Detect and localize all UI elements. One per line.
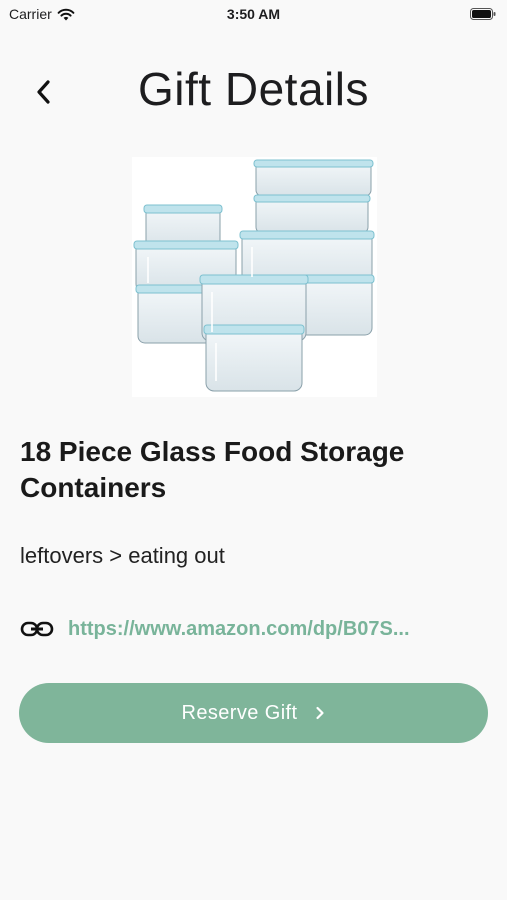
chevron-right-icon [316, 706, 325, 720]
product-link-row[interactable]: https://www.amazon.com/dp/B07S... [20, 614, 490, 644]
link-icon [20, 621, 54, 637]
product-image [132, 157, 377, 397]
glass-food-containers-image [133, 159, 375, 392]
status-bar: Carrier 3:50 AM [0, 0, 507, 28]
product-note: leftovers > eating out [20, 543, 225, 568]
reserve-gift-label: Reserve Gift [181, 701, 298, 724]
product-link[interactable]: https://www.amazon.com/dp/B07S... [68, 618, 410, 641]
page-title: Gift Details [138, 63, 369, 115]
product-name: 18 Piece Glass Food Storage Containers [20, 436, 405, 503]
status-time: 3:50 AM [226, 6, 281, 22]
reserve-gift-button[interactable]: Reserve Gift [19, 683, 488, 743]
battery-icon [470, 8, 496, 20]
